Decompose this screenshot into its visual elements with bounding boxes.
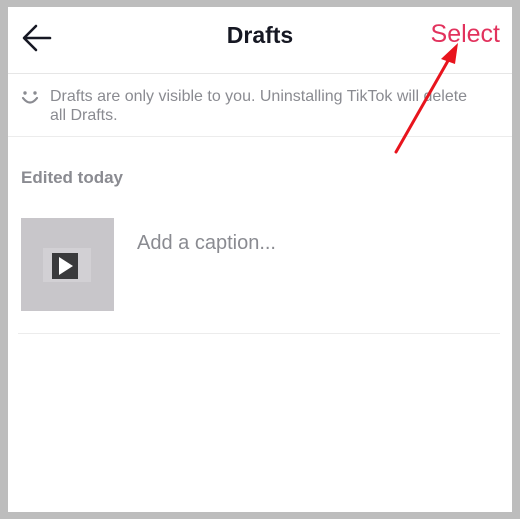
notice-text: Drafts are only visible to you. Uninstal… — [50, 88, 468, 124]
app-window: Drafts Select Drafts are only visible to… — [8, 7, 512, 512]
header-bar: Drafts Select — [8, 7, 512, 74]
divider — [18, 333, 500, 334]
play-icon — [52, 253, 78, 279]
drafts-notice: Drafts are only visible to you. Uninstal… — [8, 74, 512, 137]
select-button[interactable]: Select — [431, 20, 500, 49]
section-label: Edited today — [21, 168, 124, 187]
smile-icon — [21, 91, 39, 104]
caption-placeholder[interactable]: Add a caption... — [137, 232, 276, 255]
draft-thumbnail[interactable] — [21, 218, 114, 311]
draft-item[interactable]: Add a caption... — [8, 216, 512, 334]
